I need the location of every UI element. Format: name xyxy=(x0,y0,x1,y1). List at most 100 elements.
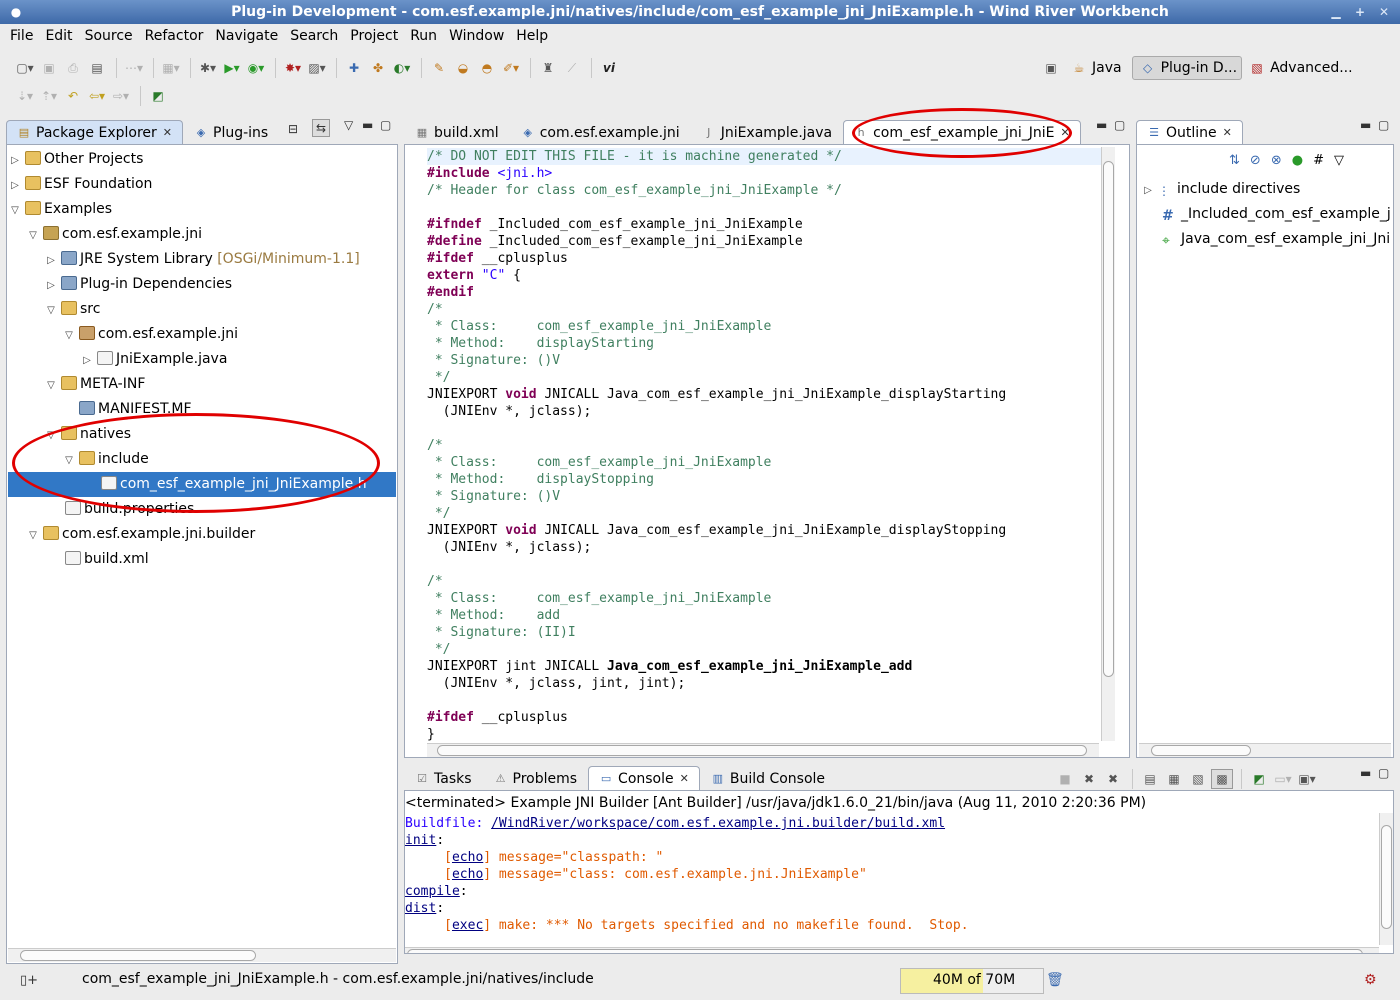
outline-menu-icon[interactable]: ▽ xyxy=(1334,153,1344,168)
maximize-console-icon[interactable]: ▢ xyxy=(1378,766,1389,780)
menu-file[interactable]: File xyxy=(4,28,39,44)
print-icon[interactable]: ⎙ xyxy=(62,58,84,78)
tab-plugins[interactable]: ◈ Plug-ins xyxy=(183,120,279,144)
tab-header-editor[interactable]: h com_esf_example_jni_JniE ✕ xyxy=(843,120,1081,144)
tree-item-plugin-deps[interactable]: ▷ Plug-in Dependencies xyxy=(44,272,232,297)
echo-task-link[interactable]: echo xyxy=(452,867,483,882)
tab-package-explorer[interactable]: ▤ Package Explorer ✕ xyxy=(6,120,183,144)
tab-tasks[interactable]: ☑ Tasks xyxy=(404,766,483,790)
tree-item-other-projects[interactable]: ▷ Other Projects xyxy=(8,147,143,172)
minimize-editor-icon[interactable]: ▬ xyxy=(1096,118,1107,132)
minimize-view-icon[interactable]: ▬ xyxy=(362,118,373,132)
clear-console-icon[interactable]: ▤ xyxy=(1139,769,1161,789)
target-init-link[interactable]: init xyxy=(405,833,436,848)
tab-build-xml[interactable]: ▦ build.xml xyxy=(404,120,510,144)
exec-task-link[interactable]: exec xyxy=(452,918,483,933)
terminate-icon[interactable]: ■ xyxy=(1054,769,1076,789)
minimize-icon[interactable]: ▁ xyxy=(1326,3,1346,21)
sort-icon[interactable]: ⇅ xyxy=(1229,153,1240,168)
menu-run[interactable]: Run xyxy=(404,28,443,44)
minimize-outline-icon[interactable]: ▬ xyxy=(1360,118,1371,132)
menu-project[interactable]: Project xyxy=(344,28,404,44)
open-console-icon[interactable]: ▣▾ xyxy=(1296,769,1318,789)
maximize-editor-icon[interactable]: ▢ xyxy=(1114,118,1125,132)
last-edit-icon[interactable]: ↶ xyxy=(62,86,84,106)
tree-item-package[interactable]: ▽ com.esf.example.jni xyxy=(62,322,238,347)
console-vscrollbar[interactable] xyxy=(1379,813,1393,945)
toggle-icon[interactable]: ⋯▾ xyxy=(123,58,145,78)
tree-item-jre[interactable]: ▷ JRE System Library [OSGi/Minimum-1.1] xyxy=(44,247,360,272)
tab-problems[interactable]: ⚠ Problems xyxy=(483,766,589,790)
hide-fields-icon[interactable]: ⊘ xyxy=(1250,153,1261,168)
collapse-all-icon[interactable]: ⊟ xyxy=(288,122,298,136)
window-menu-icon[interactable]: ● xyxy=(6,3,26,21)
menu-search[interactable]: Search xyxy=(284,28,344,44)
editor-hscrollbar[interactable] xyxy=(427,743,1099,757)
outline-item-function[interactable]: ⌖Java_com_esf_example_jni_JniExample xyxy=(1159,227,1391,252)
close-tab-icon[interactable]: ✕ xyxy=(163,126,172,139)
new-package-icon[interactable]: ✤ xyxy=(367,58,389,78)
open-task-icon[interactable]: ◒ xyxy=(452,58,474,78)
remove-launch-icon[interactable]: ✖ xyxy=(1078,769,1100,789)
minimize-console-icon[interactable]: ▬ xyxy=(1360,766,1371,780)
outline-item-include[interactable]: ▷ ⋮ include directives xyxy=(1141,177,1300,202)
explorer-hscrollbar[interactable] xyxy=(8,948,396,962)
word-wrap-icon[interactable]: ▧ xyxy=(1187,769,1209,789)
hide-macros-icon[interactable]: # xyxy=(1313,153,1324,168)
close-icon[interactable]: ✕ xyxy=(1374,3,1394,21)
tree-item-project[interactable]: ▽ com.esf.example.jni xyxy=(26,222,202,247)
analyze-icon[interactable]: ♜ xyxy=(537,58,559,78)
close-tab-icon[interactable]: ✕ xyxy=(1223,126,1232,139)
next-annotation-icon[interactable]: ⇣▾ xyxy=(14,86,36,106)
tab-outline[interactable]: ☰ Outline ✕ xyxy=(1136,120,1243,144)
garbage-collect-icon[interactable]: 🗑 xyxy=(1046,972,1064,988)
link-editor-icon[interactable]: ⇆ xyxy=(312,119,331,137)
tree-item-manifest[interactable]: MANIFEST.MF xyxy=(62,397,192,422)
wizard-icon[interactable]: ▨▾ xyxy=(306,58,328,78)
perspective-plugin-dev[interactable]: ◇ Plug-in D... xyxy=(1131,56,1243,80)
echo-task-link[interactable]: echo xyxy=(452,850,483,865)
open-perspective-icon[interactable]: ◩ xyxy=(147,86,169,106)
editor-vscrollbar[interactable] xyxy=(1101,147,1115,741)
tab-java-editor[interactable]: J JniExample.java xyxy=(691,120,843,144)
perspective-java[interactable]: ☕ Java xyxy=(1064,58,1126,78)
close-tab-icon[interactable]: ✕ xyxy=(680,772,689,785)
debug-icon[interactable]: ✱▾ xyxy=(197,58,219,78)
tree-item-build-properties[interactable]: build.properties xyxy=(62,497,194,522)
menu-source[interactable]: Source xyxy=(79,28,139,44)
buildfile-link[interactable]: /WindRiver/workspace/com.esf.example.jni… xyxy=(491,816,945,831)
tree-item-natives[interactable]: ▽ natives xyxy=(44,422,131,447)
pin-icon[interactable]: ⟋ xyxy=(561,58,583,78)
target-dist-link[interactable]: dist xyxy=(405,901,436,916)
menu-window[interactable]: Window xyxy=(443,28,510,44)
fast-view-icon[interactable]: ▯+ xyxy=(20,973,38,988)
menu-refactor[interactable]: Refactor xyxy=(139,28,210,44)
remove-all-icon[interactable]: ✖ xyxy=(1102,769,1124,789)
save-icon[interactable]: ▣ xyxy=(38,58,60,78)
maximize-outline-icon[interactable]: ▢ xyxy=(1378,118,1389,132)
tab-manifest-editor[interactable]: ◈ com.esf.example.jni xyxy=(510,120,691,144)
run-icon[interactable]: ▶▾ xyxy=(221,58,243,78)
tree-item-src[interactable]: ▽ src xyxy=(44,297,100,322)
open-resource-icon[interactable]: ◓ xyxy=(476,58,498,78)
code-editor[interactable]: /* DO NOT EDIT THIS FILE - it is machine… xyxy=(404,144,1130,758)
target-icon[interactable]: ▦▾ xyxy=(160,58,182,78)
back-icon[interactable]: ⇦▾ xyxy=(86,86,108,106)
tree-item-build-xml[interactable]: build.xml xyxy=(62,547,149,572)
bug-icon[interactable]: ✸▾ xyxy=(282,58,304,78)
menu-navigate[interactable]: Navigate xyxy=(209,28,284,44)
console-hscrollbar[interactable] xyxy=(405,947,1379,953)
open-type-icon[interactable]: ✎ xyxy=(428,58,450,78)
tab-console[interactable]: ▭ Console ✕ xyxy=(588,766,700,790)
view-menu-icon[interactable]: ▽ xyxy=(344,118,353,132)
forward-icon[interactable]: ⇨▾ xyxy=(110,86,132,106)
run-external-icon[interactable]: ◉▾ xyxy=(245,58,267,78)
maximize-icon[interactable]: + xyxy=(1350,3,1370,21)
binary-icon[interactable]: ▤ xyxy=(86,58,108,78)
target-compile-link[interactable]: compile xyxy=(405,884,460,899)
show-on-output-icon[interactable]: ▩ xyxy=(1211,769,1233,789)
perspective-advanced[interactable]: ▧ Advanced... xyxy=(1242,58,1357,78)
new-plugin-icon[interactable]: ✚ xyxy=(343,58,365,78)
tree-item-include[interactable]: ▽ include xyxy=(62,447,149,472)
vi-icon[interactable]: vi xyxy=(598,58,620,78)
